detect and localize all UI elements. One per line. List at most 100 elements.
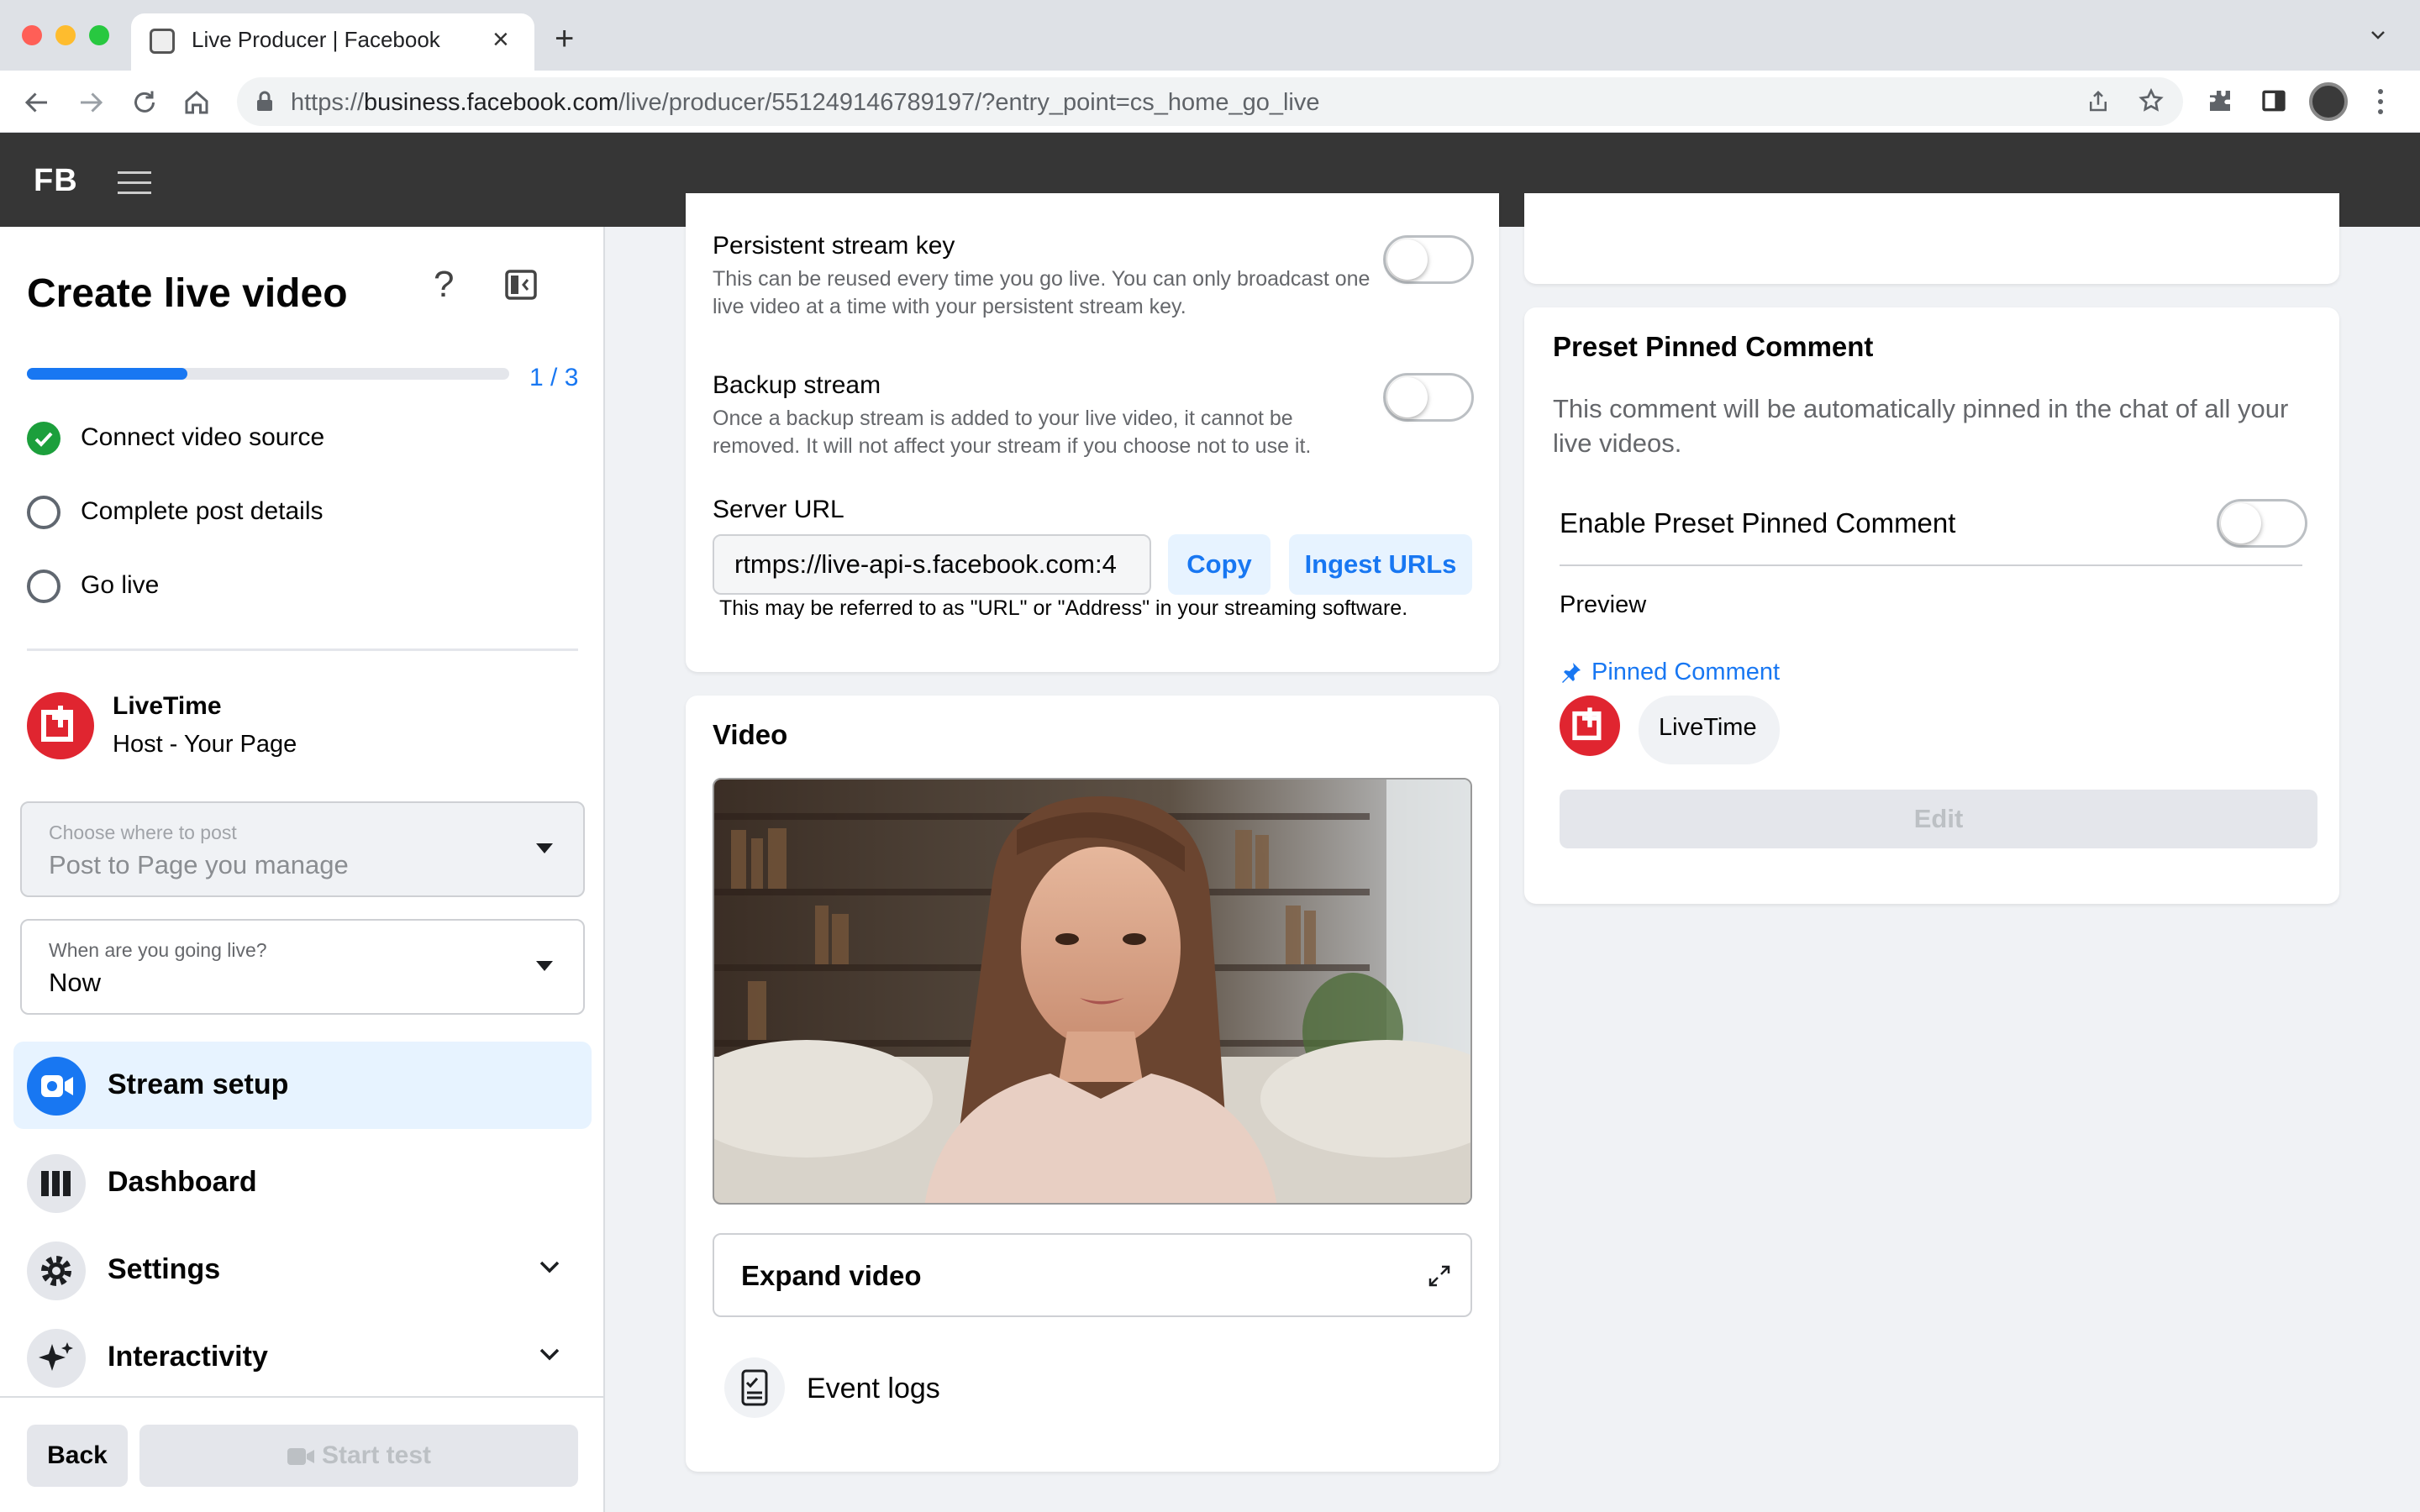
preview-label: Preview [1560,591,1647,618]
close-tab-icon[interactable]: × [492,25,509,54]
post-destination-select[interactable]: Choose where to post Post to Page you ma… [20,801,585,897]
sparkle-icon [27,1329,86,1388]
divider [27,648,578,651]
progress-fill [27,368,188,380]
star-bookmark-icon[interactable] [2138,87,2165,114]
comment-bubble: LiveTime [1639,696,1780,764]
event-logs-label[interactable]: Event logs [807,1373,940,1405]
favicon-icon [150,29,175,54]
address-bar[interactable]: https://business.facebook.com/live/produ… [237,77,2183,126]
back-arrow-icon[interactable] [22,87,52,118]
select-label: When are you going live? [49,939,267,961]
video-preview[interactable] [713,778,1472,1205]
pin-icon [1560,660,1583,684]
camera-icon [27,1057,86,1116]
backup-stream-toggle[interactable] [1383,373,1474,422]
checkmark-icon [27,422,60,455]
divider [1560,564,2302,566]
select-value: Now [49,968,102,997]
close-window-button[interactable] [22,25,42,45]
persistent-key-desc: This can be reused every time you go liv… [713,267,1370,318]
nav-dashboard[interactable]: Dashboard [13,1139,592,1226]
step-label: Connect video source [81,423,325,451]
card-description: This comment will be automatically pinne… [1553,394,2289,458]
expand-icon [1427,1263,1452,1289]
sidebar: Create live video ? 1 / 3 Connect video … [0,227,605,1512]
event-logs-icon[interactable] [724,1357,785,1418]
card-title: Preset Pinned Comment [1553,331,1874,362]
new-tab-icon[interactable]: + [555,22,574,55]
select-value: Post to Page you manage [49,850,349,879]
video-title: Video [713,719,788,750]
toggle-knob [2221,503,2261,543]
browser-toolbar: https://business.facebook.com/live/produ… [0,71,2420,133]
nav-label: Settings [108,1253,221,1285]
share-icon[interactable] [2086,89,2111,114]
video-card: Video Expand video Event logs [686,696,1499,1472]
gear-icon [27,1242,86,1300]
edit-button[interactable]: Edit [1560,790,2317,848]
empty-circle-icon [27,570,60,603]
toggle-knob [1387,377,1428,417]
hamburger-menu-icon[interactable] [118,168,151,198]
nav-stream-setup[interactable]: Stream setup [13,1042,592,1129]
back-button[interactable]: Back [27,1425,128,1487]
reload-icon[interactable] [129,87,160,118]
server-url-hint: This may be referred to as "URL" or "Add… [719,596,1408,620]
browser-tab-bar: Live Producer | Facebook × + [0,0,2420,71]
help-icon[interactable]: ? [434,264,454,306]
comment-author-avatar [1560,696,1620,756]
caret-down-icon [536,843,553,853]
lock-icon [255,91,274,113]
pinned-comment-label: Pinned Comment [1591,659,1781,685]
start-test-label: Start test [321,1441,432,1469]
expand-video-button[interactable]: Expand video [713,1233,1472,1317]
bars-icon [27,1154,86,1213]
empty-circle-icon [27,496,60,529]
fb-logo[interactable]: FB [34,163,78,199]
progress-label: 1 / 3 [529,364,579,391]
start-test-button[interactable]: Start test [139,1425,578,1487]
minimize-window-button[interactable] [55,25,76,45]
tab-search-icon[interactable] [2368,25,2388,45]
nav-interactivity[interactable]: Interactivity [13,1314,592,1401]
progress-bar [27,368,509,380]
nav-label: Dashboard [108,1166,257,1198]
go-live-time-select[interactable]: When are you going live? Now [20,919,585,1015]
nav-label: Interactivity [108,1341,268,1373]
chevron-down-icon [538,1346,561,1362]
stream-setup-card: Persistent stream key This can be reused… [686,193,1499,672]
enable-pinned-label: Enable Preset Pinned Comment [1560,507,1956,538]
more-menu-icon[interactable] [2375,87,2386,116]
maximize-window-button[interactable] [89,25,109,45]
chevron-down-icon [538,1258,561,1275]
tab-title: Live Producer | Facebook [192,27,440,52]
enable-pinned-toggle[interactable] [2217,499,2307,548]
nav-label: Stream setup [108,1068,289,1100]
preset-pinned-comment-card: Preset Pinned Comment This comment will … [1524,307,2339,904]
camera-icon [287,1446,315,1467]
browser-tab[interactable]: Live Producer | Facebook × [131,13,534,71]
backup-stream-desc: Once a backup stream is added to your li… [713,407,1312,458]
nav-settings[interactable]: Settings [13,1226,592,1314]
copy-button[interactable]: Copy [1168,534,1270,595]
comment-author: LiveTime [1659,714,1757,741]
collapse-panel-icon[interactable] [504,269,538,301]
backup-stream-title: Backup stream [713,371,881,399]
forward-arrow-icon[interactable] [76,87,106,118]
profile-avatar[interactable] [2309,82,2348,121]
side-panel-icon[interactable] [2260,87,2287,114]
toggle-knob [1387,239,1428,280]
caret-down-icon [536,961,553,971]
extensions-icon[interactable] [2207,87,2233,114]
persistent-key-toggle[interactable] [1383,235,1474,284]
home-icon[interactable] [182,87,212,118]
server-url-label: Server URL [713,496,844,523]
select-label: Choose where to post [49,822,237,843]
ingest-urls-button[interactable]: Ingest URLs [1289,534,1472,595]
host-role: Host - Your Page [113,731,297,758]
persistent-key-title: Persistent stream key [713,232,955,260]
expand-video-label: Expand video [741,1260,922,1291]
url-text: https://business.facebook.com/live/produ… [291,89,1320,116]
server-url-input[interactable]: rtmps://live-api-s.facebook.com:4 [713,534,1151,595]
